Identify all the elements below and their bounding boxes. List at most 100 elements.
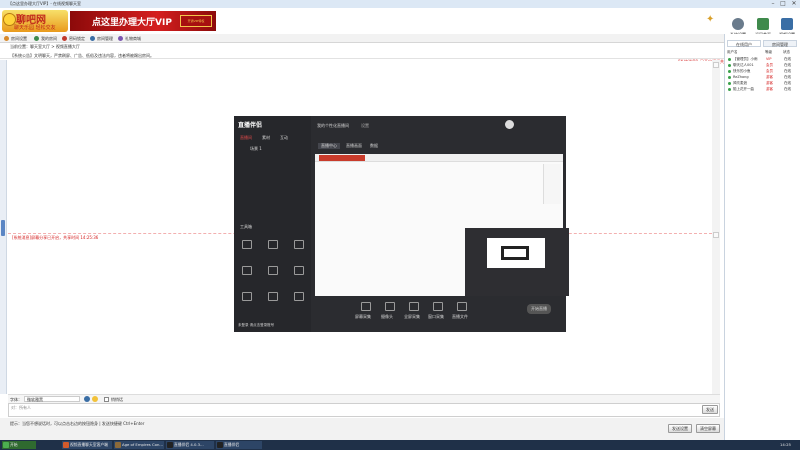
- send-button[interactable]: 发送: [702, 405, 718, 414]
- col-username: 用户名: [727, 50, 738, 54]
- user-status: 在线: [784, 69, 791, 73]
- toolbar-room-settings[interactable]: 房间设置: [4, 35, 27, 42]
- taskbar-item-aoe[interactable]: Age of Empires Con...: [114, 441, 164, 449]
- breadcrumb: 当前位置：聊天室大厅 > 视频直播大厅: [0, 43, 724, 50]
- clear-screen-button[interactable]: 清空屏幕: [696, 424, 720, 433]
- color-icon[interactable]: [84, 396, 90, 402]
- app-icon: [115, 442, 121, 448]
- app-icon: [217, 442, 223, 448]
- list-item[interactable]: 快乐的小鱼 会员 在线: [728, 69, 798, 74]
- user-level: VIP: [766, 57, 772, 61]
- share-tab-0[interactable]: 直播间: [240, 135, 252, 141]
- bottom-window-icon[interactable]: [433, 302, 443, 311]
- user-status: 在线: [784, 81, 791, 85]
- taskbar-label: 直播伴侣 4.0.3...: [174, 442, 204, 447]
- list-item[interactable]: 聊天达人001 会员 在线: [728, 63, 798, 68]
- bottom-label-3: 窗口采集: [428, 314, 444, 319]
- scroll-up-arrow-icon[interactable]: [713, 62, 719, 68]
- user-status: 在线: [784, 75, 791, 79]
- list-item[interactable]: 陌上花开一曲 游客 在线: [728, 87, 798, 92]
- share-inner-tab-1[interactable]: 直播画面: [346, 143, 362, 149]
- user-status: 在线: [784, 57, 791, 61]
- col-level: 等级: [765, 50, 772, 54]
- toolbar-gift-shop[interactable]: 礼物商城: [118, 35, 141, 42]
- scroll-down-arrow-icon[interactable]: [713, 232, 719, 238]
- send-settings-button[interactable]: 发送设置: [668, 424, 692, 433]
- system-message: [系统消息]屏幕分享已开启，共享时间 14:25:36: [12, 235, 99, 240]
- list-item[interactable]: ReZhong 游客 在线: [728, 75, 798, 80]
- start-label: 开始: [10, 442, 18, 447]
- clock: 14:25: [780, 442, 791, 447]
- share-inner-tab-0[interactable]: 直播中心: [318, 143, 340, 149]
- tool-image-icon[interactable]: [268, 266, 278, 275]
- vip-ad-banner[interactable]: 点这里办理大厅VIP 开通VIP特权: [70, 11, 216, 31]
- tool-audio-icon[interactable]: [268, 292, 278, 301]
- user-level: 会员: [766, 69, 773, 73]
- taskbar-item-live2[interactable]: 直播伴侣: [216, 441, 262, 449]
- tool-window-icon[interactable]: [242, 266, 252, 275]
- start-live-button[interactable]: 开始直播: [527, 304, 551, 314]
- list-item[interactable]: 【管理员】小雨 VIP 在线: [728, 57, 798, 62]
- share-header-badge[interactable]: 设置: [361, 123, 369, 129]
- gear-icon: [732, 18, 744, 30]
- bottom-screen-icon[interactable]: [361, 302, 371, 311]
- toolbar-room-manage[interactable]: 房间管理: [90, 35, 113, 42]
- user-name: ReZhong: [733, 75, 749, 79]
- maximize-button[interactable]: □: [778, 0, 788, 8]
- bottom-label-0: 屏幕采集: [355, 314, 371, 319]
- input-toolbar: 字体： 微软雅黑 悄悄话: [8, 394, 720, 403]
- bottom-fullscreen-icon[interactable]: [409, 302, 419, 311]
- start-button[interactable]: 开始: [2, 441, 36, 449]
- minimize-button[interactable]: –: [768, 0, 778, 8]
- tab-room-manage[interactable]: 房间管理: [763, 40, 797, 47]
- share-tool-grid: [240, 240, 306, 318]
- font-select[interactable]: 微软雅黑: [24, 396, 80, 402]
- action-hint: 提示：当您不想说话时，可以点击右边的按钮隐身 | 发送快捷键 Ctrl+Ente…: [10, 421, 145, 426]
- emoji-icon[interactable]: [92, 396, 98, 402]
- share-tab-2[interactable]: 互动: [280, 135, 288, 141]
- settings-icon: [4, 36, 9, 41]
- bottom-label-1: 摄像头: [381, 314, 393, 319]
- share-footer-left: 未登录 请点击登录账号: [238, 323, 275, 327]
- toolbar-lock[interactable]: 密码锁定: [62, 35, 85, 42]
- taskbar-label: 视频直播聊天室客户端: [70, 442, 108, 447]
- tool-pip-icon[interactable]: [294, 292, 304, 301]
- tool-screen-icon[interactable]: [242, 240, 252, 249]
- tool-media-icon[interactable]: [294, 266, 304, 275]
- private-checkbox[interactable]: [104, 397, 109, 402]
- app-logo: 聊吧网 聊天乐园 轻松交友: [2, 10, 68, 32]
- collapse-handle-icon[interactable]: [1, 220, 5, 236]
- toolbar-label: 房间设置: [11, 36, 27, 41]
- tool-text-icon[interactable]: [242, 292, 252, 301]
- taskbar-label: 直播伴侣: [224, 442, 240, 447]
- share-brand: 直播伴侣: [238, 122, 263, 129]
- user-list-panel: 在线用户 房间管理 用户名 等级 状态 【管理员】小雨 VIP 在线 聊天达人001…: [724, 34, 800, 440]
- taskbar-item-chat[interactable]: 视频直播聊天室客户端: [62, 441, 112, 449]
- tool-settings-icon[interactable]: [294, 240, 304, 249]
- toolbar-my-room[interactable]: 我的房间: [34, 35, 57, 42]
- list-item[interactable]: 风吹麦浪 游客 在线: [728, 81, 798, 86]
- bottom-file-icon[interactable]: [457, 302, 467, 311]
- bottom-camera-icon[interactable]: [385, 302, 395, 311]
- online-dot-icon: [728, 88, 731, 91]
- left-collapse-strip[interactable]: [0, 60, 7, 394]
- vip-ad-badge: 开通VIP特权: [180, 15, 212, 27]
- message-input[interactable]: 对：所有人: [8, 403, 720, 417]
- tab-online-users[interactable]: 在线用户: [727, 40, 761, 47]
- lock-icon: [62, 36, 67, 41]
- share-tab-1[interactable]: 素材: [262, 135, 270, 141]
- chat-scrollbar[interactable]: [712, 60, 720, 394]
- taskbar-item-live1[interactable]: 直播伴侣 4.0.3...: [166, 441, 214, 449]
- nested-logo-icon: [501, 246, 529, 260]
- user-status: 在线: [784, 87, 791, 91]
- tool-camera-icon[interactable]: [268, 240, 278, 249]
- lightbulb-icon[interactable]: ✦: [706, 14, 718, 26]
- share-inner-tab-2[interactable]: 数据: [370, 143, 378, 149]
- share-scene-label[interactable]: 场景 1: [250, 146, 262, 152]
- online-dot-icon: [728, 82, 731, 85]
- toolbar-label: 礼物商城: [125, 36, 141, 41]
- share-avatar[interactable]: [505, 120, 514, 129]
- share-tools-label: 工具箱: [240, 224, 252, 229]
- close-button[interactable]: ✕: [789, 0, 799, 8]
- share-sidebar: 直播伴侣 直播间 素材 互动 场景 1 工具箱 未登录 请点击登录账号: [234, 116, 311, 332]
